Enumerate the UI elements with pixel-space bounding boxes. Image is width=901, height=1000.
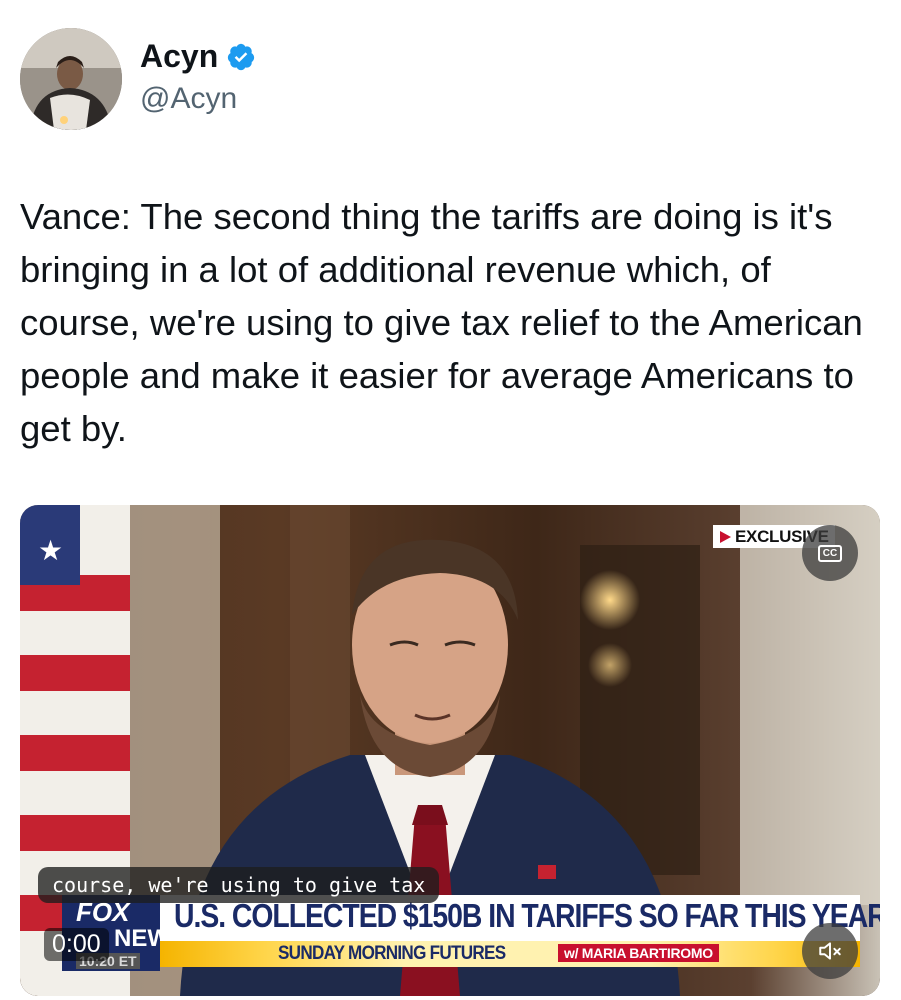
author-avatar[interactable] (20, 28, 122, 130)
cc-icon: CC (817, 544, 843, 562)
author-name[interactable]: Acyn (140, 38, 218, 75)
closed-captions-button[interactable]: CC (802, 525, 858, 581)
avatar-photo (20, 28, 122, 130)
verified-badge-icon (228, 43, 255, 70)
mute-button[interactable] (802, 923, 858, 979)
video-player[interactable]: ★ EXCLUSIVE CC FOX NEWS 10:20 ET U.S. CO… (20, 505, 880, 996)
author-handle[interactable]: @Acyn (140, 82, 237, 116)
news-lower-third: FOX NEWS 10:20 ET U.S. COLLECTED $150B I… (40, 893, 880, 973)
speaker-muted-icon (819, 942, 841, 960)
show-title: SUNDAY MORNING FUTURES (278, 943, 506, 964)
show-bar: SUNDAY MORNING FUTURES w/ MARIA BARTIROM… (160, 941, 860, 967)
tweet-text: Vance: The second thing the tariffs are … (20, 196, 873, 449)
closed-caption-text: course, we're using to give tax (38, 867, 440, 903)
author-name-row: Acyn (140, 38, 256, 75)
video-timestamp: 0:00 (44, 928, 109, 961)
show-host: w/ MARIA BARTIROMO (558, 944, 719, 962)
svg-text:★: ★ (38, 534, 63, 567)
